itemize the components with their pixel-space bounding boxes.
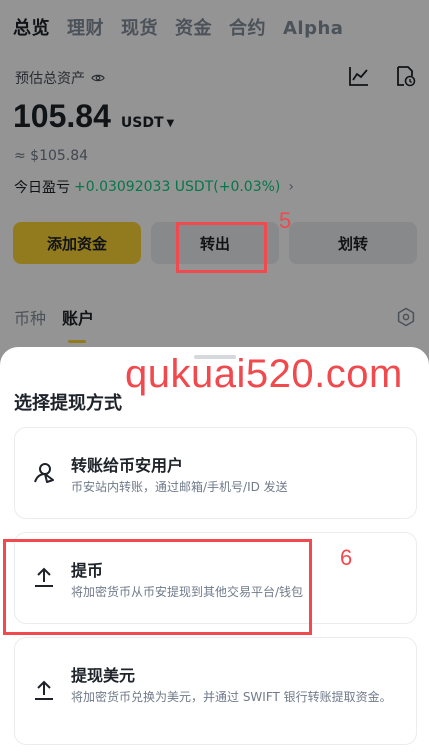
- annotation-box-5: [176, 222, 267, 273]
- annotation-number-5: 5: [279, 208, 292, 233]
- send-to-user-icon: [34, 463, 54, 483]
- option-title: 转账给币安用户: [71, 456, 184, 475]
- watermark: qukuai520.com: [125, 352, 403, 396]
- option-description: 将加密货币兑换为美元，并通过 SWIFT 银行转账提取资金。: [71, 690, 392, 704]
- option-description: 币安站内转账，通过邮箱/手机号/ID 发送: [71, 480, 288, 494]
- annotation-number-6: 6: [340, 545, 353, 570]
- option-withdraw-usd[interactable]: 提现美元 将加密货币兑换为美元，并通过 SWIFT 银行转账提取资金。: [14, 637, 417, 745]
- option-title: 提现美元: [71, 666, 136, 685]
- option-transfer-to-user[interactable]: 转账给币安用户 币安站内转账，通过邮箱/手机号/ID 发送: [14, 427, 417, 519]
- sheet-title: 选择提现方式: [14, 393, 122, 414]
- annotation-box-6: [3, 539, 312, 635]
- upload-icon: [35, 680, 53, 700]
